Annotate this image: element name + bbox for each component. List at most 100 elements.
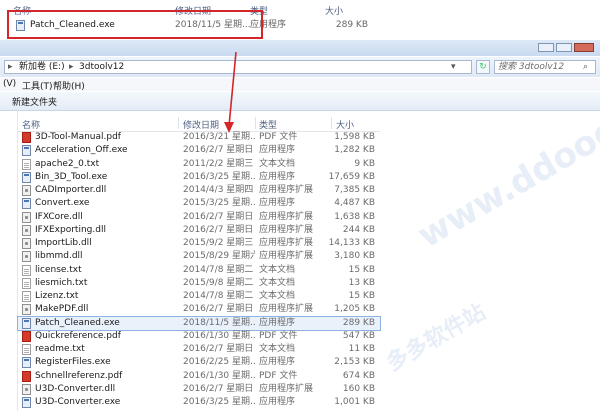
file-modified: 2016/2/7 星期日 ... bbox=[183, 211, 255, 222]
file-row[interactable]: IFXCore.dll2016/2/7 星期日 ...应用程序扩展1,638 K… bbox=[18, 211, 380, 224]
file-size: 17,659 KB bbox=[328, 171, 375, 182]
file-modified: 2014/4/3 星期四 ... bbox=[183, 185, 255, 195]
file-row[interactable]: readme.txt2016/2/7 星期日 ...文本文档11 KB bbox=[18, 343, 380, 356]
menu-tools[interactable]: 工具(T) bbox=[22, 79, 53, 92]
file-name: Acceleration_Off.exe bbox=[35, 145, 128, 156]
file-size: 1,282 KB bbox=[334, 145, 375, 156]
file-row[interactable]: Bin_3D_Tool.exe 2016/3/25 星期... 应用程序 17,659… bbox=[18, 171, 380, 184]
exe-icon bbox=[22, 317, 31, 329]
folder-chevron-icon: ▸ bbox=[8, 62, 13, 72]
search-placeholder: 搜索 3dtoolv12 bbox=[498, 62, 565, 72]
menu-bar: (V) 工具(T) 帮助(H) bbox=[0, 78, 600, 92]
column-header-size[interactable]: 大小 bbox=[336, 118, 354, 131]
file-size: 1,638 KB bbox=[334, 211, 375, 222]
dll-icon bbox=[22, 251, 31, 263]
column-header-modified[interactable]: 修改日期 bbox=[183, 118, 219, 131]
exe-icon bbox=[22, 145, 31, 157]
file-modified: 2016/2/7 星期日 ... bbox=[183, 383, 255, 394]
file-row[interactable]: libmmd.dll2015/8/29 星期六 ...应用程序扩展3,180 K… bbox=[18, 250, 380, 263]
file-size: 289 KB bbox=[342, 317, 375, 328]
file-name: ImportLib.dll bbox=[35, 238, 92, 248]
file-name: RegisterFiles.exe bbox=[35, 357, 111, 368]
file-row[interactable]: Acceleration_Off.exe2016/2/7 星期日 ...应用程序… bbox=[18, 144, 380, 157]
breadcrumb-separator-icon: ▸ bbox=[69, 62, 74, 72]
file-row[interactable]: 3D-Tool-Manual.pdf 2016/3/21 星期... PDF 文件 1… bbox=[18, 131, 380, 144]
file-row[interactable]: ImportLib.dll2015/9/2 星期三 ...应用程序扩展14,13… bbox=[18, 237, 380, 250]
file-size: 9 KB bbox=[354, 158, 375, 169]
breadcrumb-folder[interactable]: 3dtoolv12 bbox=[79, 61, 124, 73]
file-modified: 2018/11/5 星期... bbox=[183, 317, 255, 328]
file-modified: 2016/2/7 星期日 ... bbox=[183, 344, 255, 354]
address-bar[interactable]: ▸ 新加卷 (E:) ▸ 3dtoolv12 ▾ bbox=[4, 60, 472, 74]
file-row[interactable]: IFXExporting.dll2016/2/7 星期日 ...应用程序扩展24… bbox=[18, 224, 380, 237]
file-name: IFXCore.dll bbox=[35, 211, 83, 222]
file-row[interactable]: Patch_Cleaned.exe 2018/11/5 星期... 应用程序 289 … bbox=[17, 315, 381, 331]
command-bar: 新建文件夹 bbox=[0, 92, 600, 111]
file-row[interactable]: Quickreference.pdf 2016/1/30 星期... PDF 文件 5… bbox=[18, 330, 380, 343]
breadcrumb-drive[interactable]: 新加卷 (E:) bbox=[19, 61, 65, 73]
file-size: 4,487 KB bbox=[334, 198, 375, 209]
minimize-icon[interactable] bbox=[538, 43, 554, 52]
column-separator bbox=[331, 117, 332, 129]
file-size: 3,180 KB bbox=[334, 251, 375, 262]
maximize-icon[interactable] bbox=[556, 43, 572, 52]
file-size: 7,385 KB bbox=[334, 185, 375, 195]
refresh-icon[interactable]: ↻ bbox=[476, 60, 490, 74]
column-header-type[interactable]: 类型 bbox=[259, 118, 277, 131]
file-name: U3D-Converter.dll bbox=[35, 383, 116, 394]
file-row[interactable]: MakePDF.dll2016/2/7 星期日 ...应用程序扩展1,205 K… bbox=[18, 303, 380, 316]
pdf-icon bbox=[22, 330, 31, 342]
file-name: IFXExporting.dll bbox=[35, 224, 106, 235]
file-size: 674 KB bbox=[342, 370, 375, 381]
file-size: 1,001 KB bbox=[334, 397, 375, 407]
column-header-name[interactable]: 名称 bbox=[22, 118, 40, 131]
menu-view[interactable]: (V) bbox=[3, 79, 16, 89]
file-row[interactable]: U3D-Converter.dll2016/2/7 星期日 ...应用程序扩展1… bbox=[18, 383, 380, 396]
file-name: CADImporter.dll bbox=[35, 185, 107, 195]
menu-help[interactable]: 帮助(H) bbox=[53, 79, 85, 92]
highlight-box bbox=[7, 10, 263, 39]
file-row[interactable]: license.txt2014/7/8 星期二 ...文本文档15 KB bbox=[18, 264, 380, 277]
dll-icon bbox=[22, 185, 31, 196]
dll-icon bbox=[22, 211, 31, 223]
file-name: Convert.exe bbox=[35, 198, 90, 209]
dll-icon bbox=[22, 238, 31, 249]
file-size: 1,205 KB bbox=[334, 304, 375, 315]
file-row[interactable]: liesmich.txt2015/9/8 星期二 ...文本文档13 KB bbox=[18, 277, 380, 290]
file-size: 1,598 KB bbox=[334, 132, 375, 142]
file-row[interactable]: U3D-Converter.exe 2016/3/25 星期... 应用程序 1,00… bbox=[18, 396, 380, 409]
file-row[interactable]: CADImporter.dll2014/4/3 星期四 ...应用程序扩展7,3… bbox=[18, 184, 380, 197]
file-modified: 2014/7/8 星期二 ... bbox=[183, 291, 255, 301]
file-name: Patch_Cleaned.exe bbox=[35, 317, 120, 328]
dll-icon bbox=[22, 304, 31, 316]
file-modified: 2016/3/21 星期... bbox=[183, 132, 255, 142]
file-size: 15 KB bbox=[348, 264, 375, 275]
file-row[interactable]: Convert.exe 2015/3/25 星期... 应用程序 4,487 KB bbox=[18, 197, 380, 210]
dll-icon bbox=[22, 383, 31, 395]
exe-icon bbox=[22, 171, 31, 183]
txt-icon bbox=[22, 291, 31, 302]
file-row[interactable]: RegisterFiles.exe 2016/2/25 星期... 应用程序 2,15… bbox=[18, 356, 380, 369]
file-list-header: 名称 修改日期 类型 大小 bbox=[18, 115, 380, 132]
exe-icon bbox=[22, 357, 31, 369]
dll-icon bbox=[22, 224, 31, 236]
file-size: 11 KB bbox=[348, 344, 375, 354]
new-folder-button[interactable]: 新建文件夹 bbox=[12, 95, 57, 108]
pdf-icon bbox=[22, 370, 31, 382]
file-modified: 2016/2/7 星期日 ... bbox=[183, 304, 255, 315]
search-icon: ⌕ bbox=[583, 62, 589, 72]
file-row[interactable]: Lizenz.txt2014/7/8 星期二 ...文本文档15 KB bbox=[18, 290, 380, 303]
column-header-size[interactable]: 大小 bbox=[325, 4, 343, 17]
file-row[interactable]: apache2_0.txt2011/2/2 星期三 ...文本文档9 KB bbox=[18, 158, 380, 171]
address-bar-row: ▸ 新加卷 (E:) ▸ 3dtoolv12 ▾ ↻ 搜索 3dtoolv12 … bbox=[0, 57, 600, 77]
file-modified: 2016/1/30 星期... bbox=[183, 330, 255, 341]
close-icon[interactable] bbox=[574, 43, 594, 52]
file-size: 2,153 KB bbox=[334, 357, 375, 368]
file-modified: 2015/8/29 星期六 ... bbox=[183, 251, 255, 262]
file-row[interactable]: Schnellreferenz.pdf 2016/1/30 星期... PDF 文件… bbox=[18, 370, 380, 383]
exe-icon bbox=[22, 198, 31, 210]
file-name: libmmd.dll bbox=[35, 251, 83, 262]
address-dropdown-icon[interactable]: ▾ bbox=[451, 61, 456, 73]
file-size: 15 KB bbox=[348, 291, 375, 301]
search-input[interactable]: 搜索 3dtoolv12 ⌕ bbox=[494, 60, 596, 74]
